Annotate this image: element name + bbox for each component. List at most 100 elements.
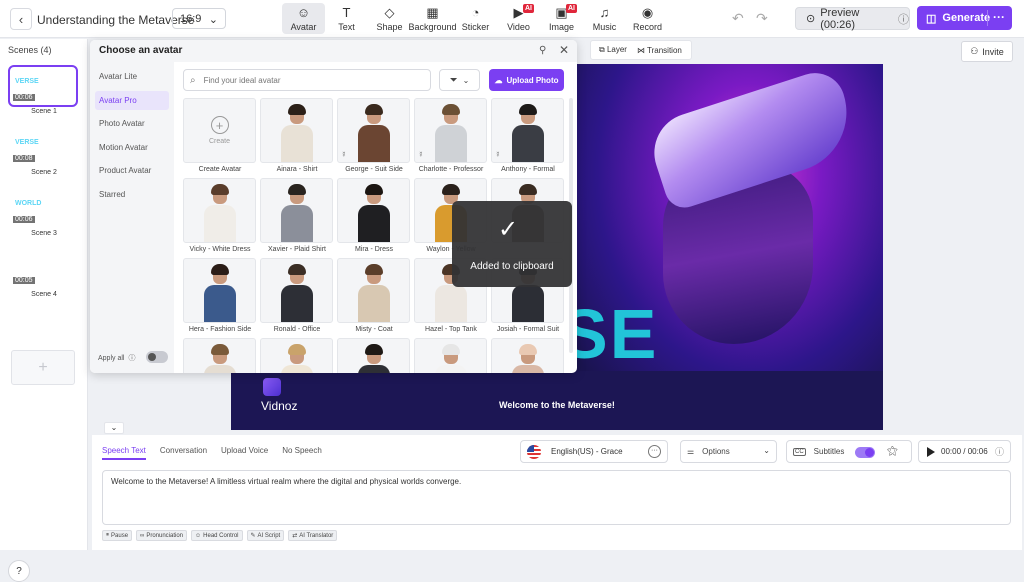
tool-text[interactable]: T Text [325,3,368,34]
picker-header: Choose an avatar ⚲ ✕ [90,40,577,62]
tab-conversation[interactable]: Conversation [160,446,207,460]
more-icon[interactable]: ··· [648,445,661,458]
tool-label: Sticker [461,22,490,32]
info-icon: ⓘ [898,13,909,26]
welcome-caption[interactable]: Welcome to the Metaverse! [499,400,615,410]
avatar-tile[interactable]: ☿ [414,98,487,163]
more-icon[interactable]: ··· [993,10,1005,24]
category-avatar-pro[interactable]: Avatar Pro [95,90,169,110]
avatar-body [435,365,467,373]
tool-sticker[interactable]: ◔ Sticker [454,3,497,34]
redo-icon[interactable]: ↷ [756,10,768,27]
tool-music[interactable]: ♫ Music [583,3,626,34]
speech-text-input[interactable]: Welcome to the Metaverse! A limitless vi… [102,470,1011,525]
collapse-toggle-icon[interactable]: ⌄ [104,422,124,434]
avatar-tile[interactable] [260,338,333,373]
avatar-name: Misty - Coat [355,326,393,333]
avatar-hair [442,344,460,355]
help-chat-icon[interactable]: ? [8,560,30,582]
invite-label: Invite [982,46,1004,57]
category-motion-avatar[interactable]: Motion Avatar [95,138,169,157]
scene-label: Scene 4 [31,291,57,298]
users-icon: ⚇ [970,46,979,56]
filter-button[interactable]: ⏷ ⌄ [439,69,480,91]
layer-button[interactable]: ⧉ Layer [599,45,627,55]
scene-thumbnail[interactable]: 00:05 ♫ [11,251,75,287]
avatar-tile[interactable] [183,338,256,373]
avatar-body [358,285,390,322]
scene-label: Scene 2 [31,169,57,176]
aspect-ratio-select[interactable]: 16:9 ⌄ [172,8,226,29]
options-select[interactable]: ⚌ Options ⌄ [680,440,777,463]
music-note-icon: ♫ [66,275,72,284]
tool-image[interactable]: ▣ AI Image [540,3,583,34]
back-button[interactable]: ‹ [10,8,32,30]
avatar-tile[interactable] [260,258,333,323]
scene-thumbnail[interactable]: VERSE 00:08 ♫ [11,129,75,165]
category-product-avatar[interactable]: Product Avatar [95,161,169,180]
category-starred[interactable]: Starred [95,185,169,204]
chip-label: AI Translator [299,532,334,539]
avatar-tile[interactable] [183,258,256,323]
music-note-icon: ♫ [66,153,72,162]
chip-pause[interactable]: ⏸ Pause [102,530,133,541]
create-avatar-label: Create Avatar [198,166,242,173]
close-icon[interactable]: ✕ [559,43,569,57]
avatar-tile[interactable] [260,98,333,163]
pin-icon[interactable]: ⚲ [539,45,546,56]
invite-button[interactable]: ⚇ Invite [961,41,1013,62]
time-readout: 00:00 / 00:06 [941,447,988,456]
upload-photo-button[interactable]: ☁ Upload Photo [489,69,564,91]
chip-head-control[interactable]: ☺ Head Control [191,530,243,541]
create-avatar-tile[interactable]: + Create [183,98,256,163]
chip-ai-script[interactable]: ✎ AI Script [246,530,285,541]
scene-thumb-text: VERSE [15,78,39,85]
tool-shape[interactable]: ◇ Shape [368,3,411,34]
scene-thumbnail[interactable]: WORLD 00:06 ♫ [11,190,75,226]
tool-label: Avatar [290,22,317,32]
scene-label: Scene 3 [31,230,57,237]
chip-ai-translator[interactable]: ⇄ AI Translator [288,530,338,541]
avatar-tile[interactable] [337,258,410,323]
filter-icon: ⏷ [449,74,458,86]
apply-all-toggle[interactable] [146,351,168,363]
tool-label: Music [592,22,617,32]
avatar-tile[interactable]: ☿ [491,98,564,163]
tool-label: Shape [376,22,403,32]
add-scene-button[interactable]: + [11,350,75,385]
scene-thumbnail[interactable]: VERSE 00:06 ♫ [8,65,78,107]
avatar-tile[interactable] [491,338,564,373]
tool-background[interactable]: ▦ Background [408,3,456,34]
avatar-tile[interactable] [183,178,256,243]
chip-label: Pause [111,532,129,539]
tool-record[interactable]: ◉ Record [626,3,669,34]
preview-button[interactable]: ⊙ Preview (00:26) ⓘ [795,7,910,31]
avatar-tile[interactable] [414,338,487,373]
avatar-tile[interactable]: ☿ [337,98,410,163]
chip-pronunciation[interactable]: ∞ Pronunciation [136,530,188,541]
subtitles-toggle[interactable] [855,447,875,458]
tool-avatar[interactable]: ☺ Avatar [282,3,325,34]
avatar-hair [365,344,383,355]
tool-video[interactable]: ▶ AI Video [497,3,540,34]
category-avatar-lite[interactable]: Avatar Lite [95,67,169,86]
generate-button[interactable]: ◫ Generate ··· [917,6,1012,30]
tab-upload-voice[interactable]: Upload Voice [221,446,268,460]
voice-select[interactable]: English(US) - Grace ··· [520,440,668,463]
category-photo-avatar[interactable]: Photo Avatar [95,114,169,133]
avatar-tile[interactable] [260,178,333,243]
tab-no-speech[interactable]: No Speech [282,446,322,460]
project-title[interactable]: Understanding the Metaverse [37,13,194,27]
tab-speech-text[interactable]: Speech Text [102,446,146,460]
magic-wand-icon[interactable]: ⚝ [887,445,898,458]
avatar-tile[interactable] [337,338,410,373]
play-button[interactable]: 00:00 / 00:06 ⓘ [918,440,1011,463]
scenes-title: Scenes (4) [8,45,52,55]
avatar-tile[interactable] [337,178,410,243]
avatar-hair [519,104,537,115]
music-note-icon: ♫ [66,92,72,101]
undo-icon[interactable]: ↶ [732,10,744,27]
transition-button[interactable]: ⋈ Transition [637,46,682,55]
avatar-hair [288,264,306,275]
search-input[interactable] [203,75,404,85]
